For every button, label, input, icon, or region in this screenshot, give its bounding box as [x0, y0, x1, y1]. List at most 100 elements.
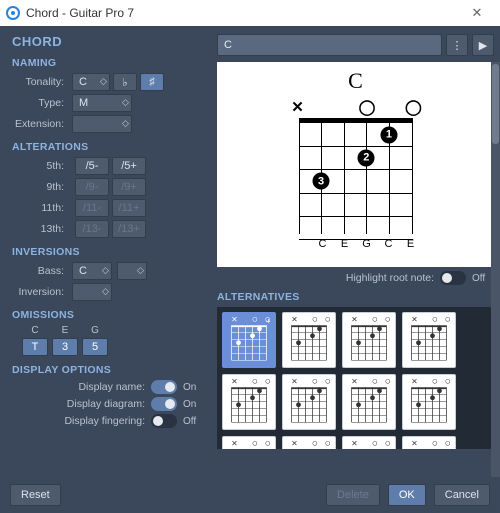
tonality-select[interactable]: C	[72, 73, 110, 91]
chord-name: C	[223, 68, 488, 94]
display-diagram-toggle[interactable]	[151, 397, 177, 411]
search-input[interactable]: C	[217, 34, 442, 56]
alt-2-minus[interactable]: /11-	[75, 199, 109, 217]
svg-text:×: ×	[412, 378, 418, 388]
chord-heading: CHORD	[12, 34, 203, 49]
play-icon[interactable]: ▶	[472, 34, 494, 56]
naming-heading: NAMING	[12, 57, 203, 69]
svg-text:○: ○	[265, 316, 271, 326]
string-marker: ◯	[357, 98, 377, 116]
scrollbar-thumb[interactable]	[492, 64, 499, 144]
display-fingering-label: Display fingering:	[64, 415, 145, 427]
close-icon[interactable]: ✕	[460, 5, 494, 21]
display-name-label: Display name:	[78, 381, 145, 393]
alternative-chord[interactable]: ×○○	[342, 436, 396, 449]
svg-text:○: ○	[252, 440, 258, 449]
svg-text:○: ○	[432, 440, 438, 449]
svg-text:○: ○	[252, 378, 258, 388]
svg-text:○: ○	[372, 440, 378, 449]
finger-dot: 3	[313, 173, 330, 190]
alternatives-heading: ALTERNATIVES	[217, 291, 494, 303]
svg-text:○: ○	[265, 378, 271, 388]
alternative-chord[interactable]: ×○○	[402, 312, 456, 368]
alternative-chord[interactable]: × ○ ○	[222, 312, 276, 368]
scrollbar[interactable]	[491, 62, 500, 477]
svg-text:×: ×	[232, 440, 238, 449]
svg-text:○: ○	[385, 440, 391, 449]
string-marker	[380, 98, 400, 116]
omit-note: C	[31, 325, 38, 336]
alt-label: 5th:	[12, 160, 72, 172]
alternative-chord[interactable]: ×○○	[282, 374, 336, 430]
svg-text:○: ○	[252, 316, 258, 326]
alt-label: 9th:	[12, 181, 72, 193]
alt-0-plus[interactable]: /5+	[112, 157, 146, 175]
finger-dot: 1	[380, 126, 397, 143]
delete-button[interactable]: Delete	[326, 484, 380, 506]
omit-degree-button[interactable]: T	[22, 338, 48, 356]
alt-3-plus[interactable]: /13+	[112, 220, 146, 238]
svg-text:○: ○	[312, 440, 318, 449]
alt-0-minus[interactable]: /5-	[75, 157, 109, 175]
svg-text:×: ×	[412, 440, 418, 449]
extension-select[interactable]	[72, 115, 132, 133]
svg-text:×: ×	[292, 316, 298, 326]
bass-fret-select[interactable]	[117, 262, 147, 280]
alternative-chord[interactable]: × ○ ○	[402, 436, 456, 449]
alternative-chord[interactable]: × ○ ○	[222, 374, 276, 430]
svg-text:○: ○	[312, 378, 318, 388]
svg-text:×: ×	[232, 378, 238, 388]
svg-text:○: ○	[372, 316, 378, 326]
svg-text:○: ○	[432, 378, 438, 388]
svg-text:○: ○	[385, 316, 391, 326]
alternative-chord[interactable]: × ○ ○	[342, 312, 396, 368]
svg-text:×: ×	[352, 316, 358, 326]
sharp-button[interactable]: ♯	[140, 73, 164, 91]
alternative-chord[interactable]: ×○○	[342, 374, 396, 430]
alternative-chord[interactable]: ×○○	[222, 436, 276, 449]
svg-text:○: ○	[325, 378, 331, 388]
svg-text:○: ○	[445, 378, 451, 388]
svg-text:○: ○	[445, 440, 451, 449]
highlight-toggle[interactable]	[440, 271, 466, 285]
svg-text:○: ○	[325, 316, 331, 326]
alt-1-plus[interactable]: /9+	[112, 178, 146, 196]
omit-note: E	[62, 325, 69, 336]
finger-dot: 2	[358, 149, 375, 166]
display-fingering-toggle[interactable]	[151, 414, 177, 428]
alternative-chord[interactable]: × ○ ○	[282, 436, 336, 449]
svg-text:○: ○	[325, 440, 331, 449]
inversion-select[interactable]	[72, 283, 112, 301]
svg-text:○: ○	[372, 378, 378, 388]
alt-label: 13th:	[12, 223, 72, 235]
display-heading: DISPLAY OPTIONS	[12, 364, 203, 376]
svg-text:○: ○	[445, 316, 451, 326]
alternative-chord[interactable]: × ○ ○	[282, 312, 336, 368]
display-diagram-state: On	[183, 399, 203, 410]
app-icon	[6, 6, 20, 20]
flat-button[interactable]: ♭	[113, 73, 137, 91]
svg-text:×: ×	[232, 316, 238, 326]
titlebar: Chord - Guitar Pro 7 ✕	[0, 0, 500, 26]
type-label: Type:	[12, 97, 72, 109]
svg-text:×: ×	[292, 440, 298, 449]
omissions-heading: OMISSIONS	[12, 309, 203, 321]
type-select[interactable]: M	[72, 94, 132, 112]
omit-degree-button[interactable]: 3	[52, 338, 78, 356]
alt-1-minus[interactable]: /9-	[75, 178, 109, 196]
display-fingering-state: Off	[183, 416, 203, 427]
display-name-toggle[interactable]	[151, 380, 177, 394]
alt-3-minus[interactable]: /13-	[75, 220, 109, 238]
alternative-chord[interactable]: × ○ ○	[402, 374, 456, 430]
alt-label: 11th:	[12, 202, 72, 214]
tonality-label: Tonality:	[12, 76, 72, 88]
ok-button[interactable]: OK	[388, 484, 426, 506]
cancel-button[interactable]: Cancel	[434, 484, 490, 506]
omit-degree-button[interactable]: 5	[82, 338, 108, 356]
more-icon[interactable]: ⋮	[446, 34, 468, 56]
reset-button[interactable]: Reset	[10, 484, 61, 506]
inversions-heading: INVERSIONS	[12, 246, 203, 258]
bass-select[interactable]: C	[72, 262, 112, 280]
alt-2-plus[interactable]: /11+	[112, 199, 146, 217]
svg-text:○: ○	[312, 316, 318, 326]
